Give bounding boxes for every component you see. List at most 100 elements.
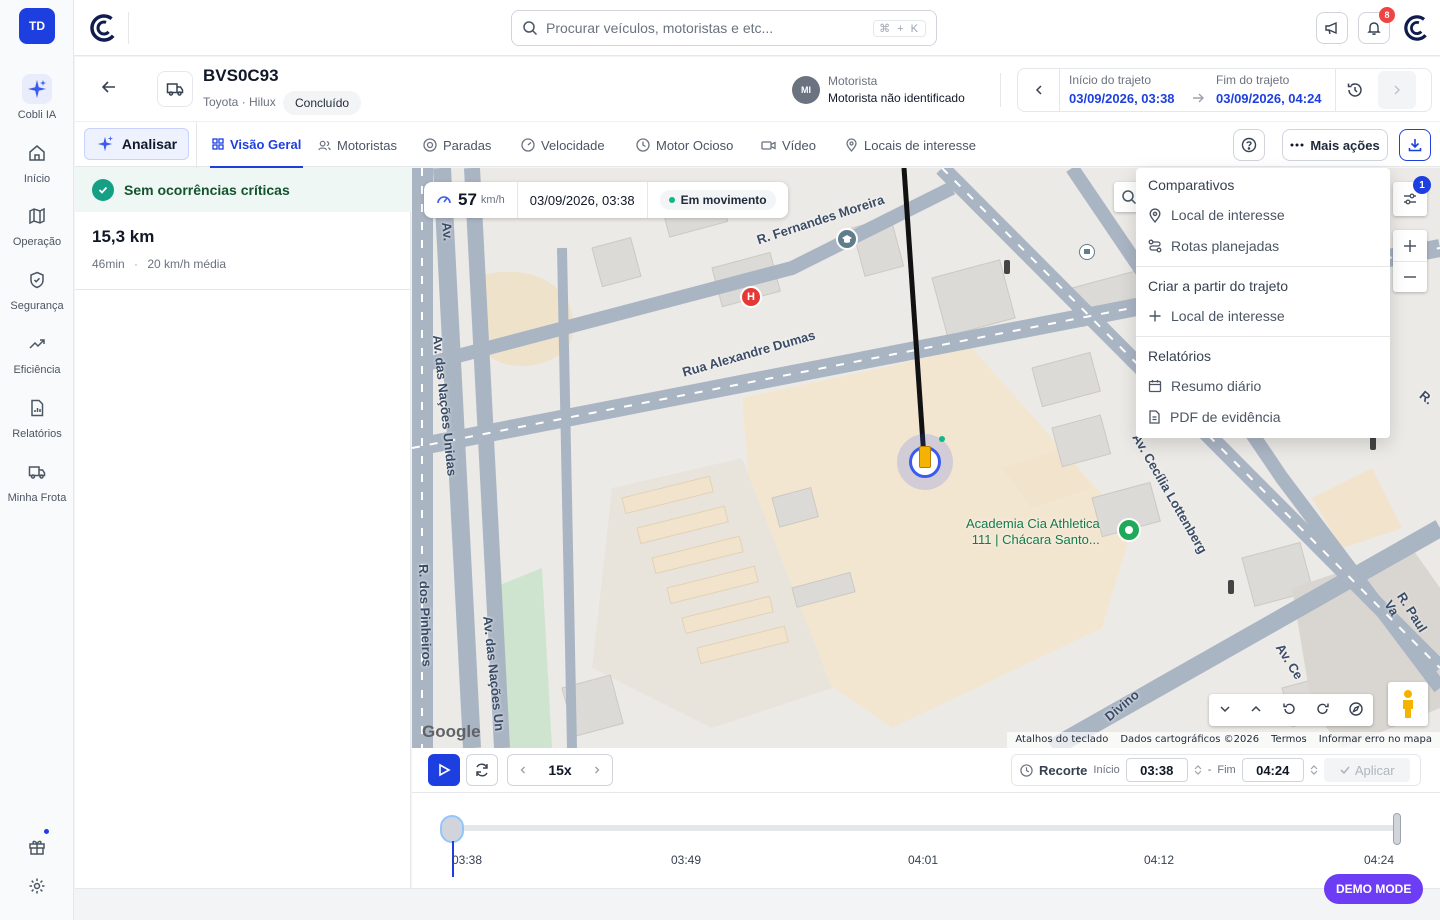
tab-paradas[interactable]: Paradas — [423, 122, 491, 168]
search-input[interactable]: Procurar veículos, motoristas e etc... ⌘… — [511, 10, 937, 46]
sidebar-item-relatorios[interactable]: Relatórios — [0, 393, 74, 440]
download-button[interactable] — [1399, 129, 1431, 161]
bell-icon — [1367, 22, 1381, 35]
account-logo[interactable] — [1404, 15, 1430, 44]
sidebar-item-minha-frota[interactable]: Minha Frota — [0, 457, 74, 504]
zoom-control — [1393, 230, 1427, 292]
hospital-icon[interactable]: H — [740, 286, 762, 308]
trip-start-value[interactable]: 03/09/2026, 03:38 — [1069, 91, 1175, 106]
tab-motor-ocioso[interactable]: Motor Ocioso — [636, 122, 733, 168]
notifications-button[interactable]: 8 — [1358, 7, 1395, 44]
sidebar-item-eficiencia[interactable]: Eficiência — [0, 329, 74, 376]
vehicle-marker[interactable] — [909, 446, 941, 478]
street-view-pegman-icon[interactable] — [1388, 682, 1428, 726]
menu-item-planned-routes[interactable]: Rotas planejadas — [1148, 238, 1279, 254]
grid-icon — [212, 138, 224, 150]
sidebar-item-operacao[interactable]: Operação — [0, 201, 74, 248]
menu-item-label: Resumo diário — [1171, 378, 1262, 394]
traffic-light-icon — [1004, 260, 1010, 274]
previous-trip-button[interactable] — [1018, 69, 1060, 111]
user-avatar[interactable]: TD — [19, 8, 55, 44]
tab-label: Motoristas — [337, 137, 397, 153]
report-icon — [22, 393, 52, 423]
sidebar-item-inicio[interactable]: Início — [0, 138, 74, 185]
school-icon[interactable] — [836, 228, 858, 250]
keyboard-shortcuts-link[interactable]: Atalhos do teclado — [1015, 734, 1108, 746]
map-attribution: Atalhos do teclado Dados cartográficos ©… — [1007, 732, 1440, 748]
apply-crop-button[interactable]: Aplicar — [1323, 758, 1410, 782]
tab-label: Visão Geral — [230, 136, 302, 152]
announcements-button[interactable] — [1316, 12, 1348, 44]
tab-velocidade[interactable]: Velocidade — [521, 122, 605, 168]
timeline-tick: 04:12 — [1144, 853, 1175, 867]
report-map-error-link[interactable]: Informar erro no mapa — [1319, 734, 1432, 746]
menu-item-evidence-pdf[interactable]: PDF de evidência — [1148, 409, 1281, 425]
tab-motoristas[interactable]: Motoristas — [318, 122, 397, 168]
tab-locais-de-interesse[interactable]: Locais de interesse — [845, 122, 976, 168]
timeline-end-handle[interactable] — [1393, 813, 1401, 845]
back-arrow-icon[interactable] — [101, 79, 117, 98]
rotate-left-icon[interactable] — [1282, 702, 1296, 719]
driver-name[interactable]: Motorista não identificado — [828, 91, 965, 105]
tab-visao-geral[interactable]: Visão Geral — [210, 122, 304, 168]
vehicle-model: Toyota · Hilux — [203, 95, 276, 109]
sidebar-item-label: Cobli IA — [17, 109, 57, 121]
menu-item-daily-summary[interactable]: Resumo diário — [1148, 378, 1261, 394]
timeline-start-handle[interactable] — [440, 815, 464, 843]
search-shortcut: ⌘ + K — [873, 19, 926, 37]
chevron-right-icon[interactable] — [592, 765, 602, 775]
cobli-logo[interactable] — [90, 14, 118, 45]
trip-summary-panel: Sem ocorrências críticas 15,3 km 46min ·… — [75, 168, 411, 888]
speed-card: 57 km/h 03/09/2026, 03:38 Em movimento — [424, 182, 788, 218]
zoom-in-icon[interactable] — [1403, 231, 1417, 261]
play-button[interactable] — [428, 754, 460, 786]
gift-icon[interactable] — [25, 827, 51, 859]
menu-item-compare-poi[interactable]: Local de interesse — [1148, 207, 1285, 223]
tilt-down-icon[interactable] — [1219, 703, 1231, 718]
ellipsis-icon — [1290, 143, 1304, 147]
next-trip-button[interactable] — [1378, 71, 1416, 109]
crop-end-stepper-icon[interactable] — [1310, 764, 1318, 776]
zoom-out-icon[interactable] — [1393, 261, 1427, 291]
history-icon[interactable] — [1346, 81, 1364, 102]
sidebar-item-seguranca[interactable]: Segurança — [0, 265, 74, 312]
tilt-up-icon[interactable] — [1250, 703, 1262, 718]
settings-gear-icon[interactable] — [25, 874, 49, 898]
timeline-track[interactable] — [452, 825, 1398, 831]
tab-video[interactable]: Vídeo — [761, 122, 816, 168]
download-icon — [1408, 139, 1422, 152]
driver-avatar: MI — [792, 76, 820, 104]
bus-stop-icon[interactable] — [1079, 244, 1095, 260]
trip-status-badge: Concluído — [283, 91, 362, 115]
search-placeholder: Procurar veículos, motoristas e etc... — [546, 20, 774, 36]
menu-item-create-poi[interactable]: Local de interesse — [1148, 308, 1285, 324]
home-icon — [22, 138, 52, 168]
rotate-right-icon[interactable] — [1316, 702, 1330, 719]
compass-icon[interactable] — [1349, 701, 1363, 719]
terms-link[interactable]: Termos — [1271, 734, 1307, 746]
apply-label: Aplicar — [1354, 762, 1395, 778]
analyze-button[interactable]: Analisar — [84, 128, 189, 160]
map-filter-button[interactable]: 1 — [1393, 176, 1431, 216]
more-actions-button[interactable]: Mais ações — [1282, 129, 1388, 161]
menu-section-title: Comparativos — [1148, 177, 1235, 193]
gym-pin-icon[interactable] — [1117, 518, 1141, 542]
sidebar-item-label: Segurança — [10, 300, 64, 312]
street-label: Av. — [438, 221, 456, 242]
timeline-tick: 03:38 — [452, 853, 483, 867]
replay-button[interactable] — [466, 754, 498, 786]
more-actions-menu: Comparativos Local de interesse Rotas pl… — [1136, 168, 1390, 438]
demo-mode-badge[interactable]: DEMO MODE — [1324, 874, 1424, 904]
timeline-tick: 03:49 — [671, 853, 702, 867]
chevron-left-icon[interactable] — [518, 765, 528, 775]
help-button[interactable] — [1233, 129, 1265, 161]
playback-speed-selector[interactable]: 15x — [507, 754, 613, 786]
trip-end-value[interactable]: 03/09/2026, 04:24 — [1216, 91, 1322, 106]
no-critical-events-banner: Sem ocorrências críticas — [75, 168, 411, 212]
crop-start-stepper-icon[interactable] — [1194, 764, 1202, 776]
sidebar-item-cobli-ia[interactable]: Cobli IA — [0, 74, 74, 121]
crop-end-input[interactable]: 04:24 — [1241, 758, 1304, 782]
vehicle-truck-icon — [157, 71, 193, 107]
crop-start-input[interactable]: 03:38 — [1125, 758, 1188, 782]
sliders-icon — [1404, 193, 1416, 205]
